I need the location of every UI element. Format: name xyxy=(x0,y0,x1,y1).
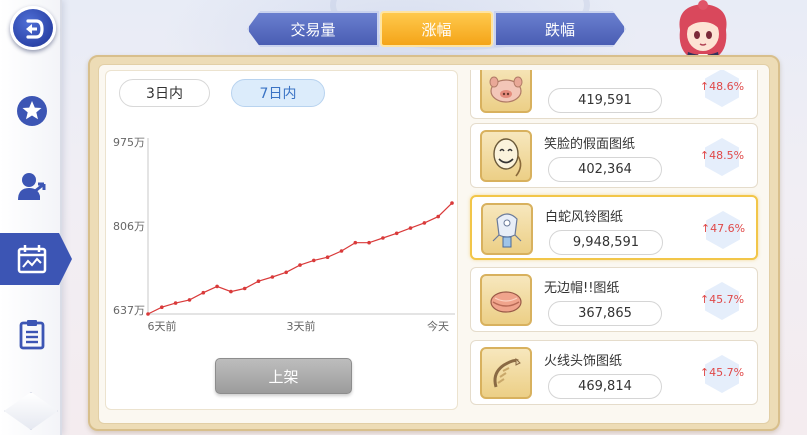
item-name: 笑脸的假面图纸 xyxy=(544,137,636,152)
item-price: 9,948,591 xyxy=(549,230,663,255)
wind-chime-icon xyxy=(492,213,522,248)
market-trade-button[interactable] xyxy=(16,170,48,202)
wire-headgear-icon xyxy=(493,357,521,388)
sidebar xyxy=(0,0,72,435)
back-button[interactable] xyxy=(10,6,56,50)
change-value: 45.7% xyxy=(709,293,745,306)
change-percent: ↑45.7% xyxy=(699,293,745,306)
item-price: 419,591 xyxy=(548,88,662,113)
smile-mask-icon xyxy=(493,138,522,177)
y-tick-label: 806万 xyxy=(113,220,145,233)
change-percent: ↑47.6% xyxy=(700,222,746,235)
list-item[interactable]: 白蛇风铃图纸 9,948,591 ↑47.6% xyxy=(470,195,758,260)
change-percent: ↑48.5% xyxy=(699,149,745,162)
back-icon xyxy=(26,19,44,39)
clipboard-icon xyxy=(19,320,45,350)
data-point xyxy=(173,301,178,305)
up-arrow-icon: ↑ xyxy=(699,80,710,93)
change-percent: ↑45.7% xyxy=(699,366,745,379)
item-price: 367,865 xyxy=(548,301,662,326)
item-icon-frame xyxy=(480,70,532,113)
x-tick-label: 6天前 xyxy=(148,319,177,333)
up-arrow-icon: ↑ xyxy=(699,149,710,162)
data-point xyxy=(146,312,150,316)
tab-rise[interactable]: 涨幅 xyxy=(380,11,493,47)
sidebar-scroll-diamond[interactable] xyxy=(4,392,58,430)
item-name: 火线头饰图纸 xyxy=(544,354,623,369)
change-badge: ↑47.6% xyxy=(700,211,746,249)
beret-icon xyxy=(490,291,522,313)
data-point xyxy=(394,231,399,236)
list-item[interactable]: 419,591 ↑48.6% xyxy=(470,70,758,119)
star-icon xyxy=(17,96,47,126)
data-point xyxy=(408,226,413,230)
data-point xyxy=(256,279,261,283)
item-ranking-list[interactable]: 419,591 ↑48.6% 笑脸的假面图纸 402,364 ↑48.5% 白蛇… xyxy=(466,70,764,410)
change-badge: ↑48.6% xyxy=(699,70,745,107)
calendar-chart-icon xyxy=(17,245,47,274)
market-person-icon xyxy=(18,173,46,200)
price-trend-button[interactable] xyxy=(16,243,48,275)
data-point xyxy=(339,249,344,253)
data-point xyxy=(312,258,316,263)
price-trend-chart: 975万 806万 637万 6天前 3天前 今天 xyxy=(113,136,455,333)
list-item[interactable]: 无边帽!!图纸 367,865 ↑45.7% xyxy=(470,267,758,332)
y-tick-label: 975万 xyxy=(113,136,145,149)
change-value: 48.6% xyxy=(709,80,745,93)
item-icon-frame xyxy=(480,130,532,182)
up-arrow-icon: ↑ xyxy=(699,293,710,306)
data-point xyxy=(436,214,441,219)
change-percent: ↑48.6% xyxy=(699,80,745,93)
data-point xyxy=(450,201,454,205)
y-tick-label: 637万 xyxy=(113,304,145,317)
change-value: 45.7% xyxy=(709,366,745,379)
data-point xyxy=(242,286,247,291)
up-arrow-icon: ↑ xyxy=(700,222,711,235)
data-point xyxy=(270,275,275,279)
pig-face-icon xyxy=(489,76,523,103)
list-item[interactable]: 笑脸的假面图纸 402,364 ↑48.5% xyxy=(470,123,758,188)
item-price: 402,364 xyxy=(548,157,662,182)
list-item[interactable]: 火线头饰图纸 469,814 ↑45.7% xyxy=(470,340,758,405)
tab-fall[interactable]: 跌幅 xyxy=(494,11,626,47)
item-price: 469,814 xyxy=(548,374,662,399)
item-name: 无边帽!!图纸 xyxy=(544,281,620,296)
data-point xyxy=(229,289,233,294)
change-value: 48.5% xyxy=(709,149,745,162)
list-for-sale-button[interactable]: 上架 xyxy=(215,358,352,394)
data-point xyxy=(187,298,192,302)
item-name: 白蛇风铃图纸 xyxy=(545,210,624,225)
data-point xyxy=(381,236,385,240)
data-point xyxy=(201,290,206,295)
data-point xyxy=(422,221,427,225)
data-point xyxy=(325,255,330,259)
item-icon-frame xyxy=(480,347,532,399)
data-point xyxy=(215,284,219,289)
change-badge: ↑45.7% xyxy=(699,355,745,393)
data-point xyxy=(298,263,302,267)
x-tick-label: 今天 xyxy=(427,319,449,333)
change-badge: ↑45.7% xyxy=(699,282,745,320)
data-point xyxy=(284,270,288,275)
change-value: 47.6% xyxy=(710,222,746,235)
data-point xyxy=(367,240,371,245)
series-line xyxy=(147,202,453,315)
records-button[interactable] xyxy=(16,318,48,350)
x-tick-label: 3天前 xyxy=(287,319,316,333)
data-point xyxy=(160,305,164,309)
item-icon-frame xyxy=(480,274,532,326)
change-badge: ↑48.5% xyxy=(699,138,745,176)
favorites-button[interactable] xyxy=(16,95,48,127)
data-point xyxy=(353,240,358,245)
up-arrow-icon: ↑ xyxy=(699,366,710,379)
tab-volume[interactable]: 交易量 xyxy=(247,11,379,47)
period-3-days-button[interactable]: 3日内 xyxy=(119,79,210,107)
period-7-days-button[interactable]: 7日内 xyxy=(231,79,325,107)
item-icon-frame xyxy=(481,203,533,255)
